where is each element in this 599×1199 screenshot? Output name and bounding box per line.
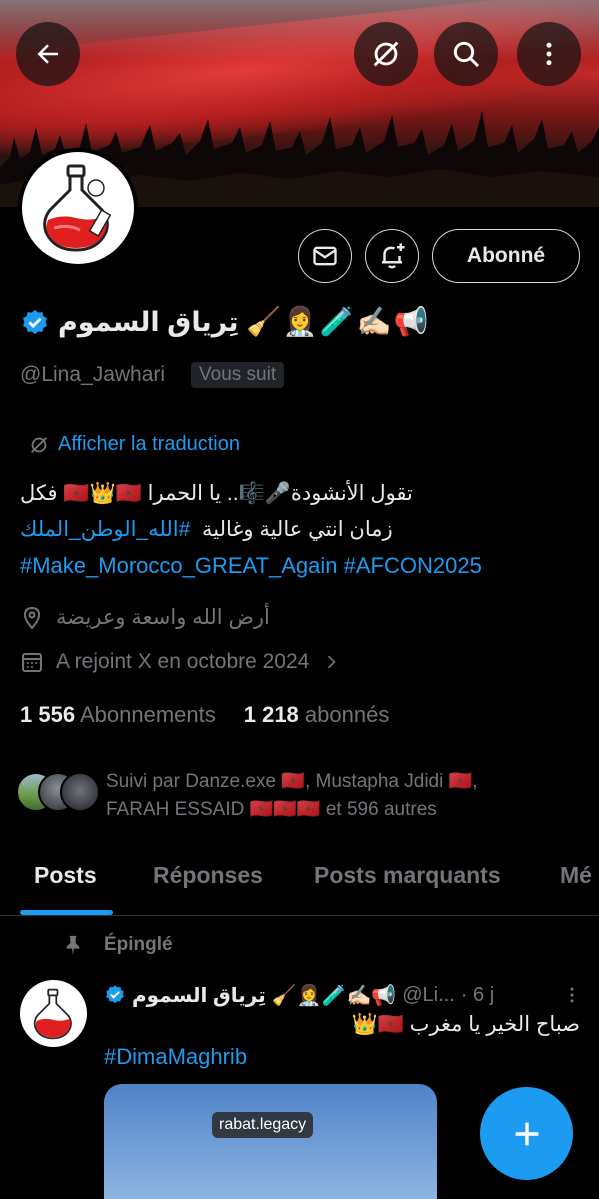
compose-button[interactable] — [480, 1087, 573, 1180]
tab-highlights[interactable]: Posts marquants — [314, 862, 501, 889]
chevron-right-icon — [328, 655, 336, 669]
post-hashtag[interactable]: #DimaMaghrib — [104, 1044, 247, 1070]
follower-avatars — [16, 768, 100, 812]
potion-bottle-logo — [33, 988, 72, 1039]
translate-off-icon — [373, 41, 399, 67]
followers-count-link[interactable]: 1 218 abonnés — [244, 702, 390, 728]
media-user-tag[interactable]: rabat.legacy — [212, 1112, 314, 1138]
post-header: تِرياق السموم 🧹👩‍⚕️🧪✍🏻📢 @Li... · 6 j — [104, 980, 582, 1010]
message-button[interactable] — [298, 229, 352, 283]
post-text: صباح الخير يا مغرب 🇲🇦👑 — [351, 1013, 580, 1036]
translate-off-icon — [31, 436, 47, 453]
avatar — [60, 772, 100, 812]
pin-icon — [66, 935, 80, 956]
tab-media[interactable]: Mé — [560, 862, 592, 889]
back-button[interactable] — [16, 22, 80, 86]
back-arrow-icon — [37, 44, 58, 64]
followed-by-line1: Suivi par Danze.exe 🇲🇦, Mustapha Jdidi 🇲… — [106, 771, 478, 792]
location-row: أرض الله واسعة وعريضة — [20, 605, 270, 630]
search-button[interactable] — [434, 22, 498, 86]
tab-replies[interactable]: Réponses — [153, 862, 263, 889]
bio-hashtags[interactable]: #Make_Morocco_GREAT_Again #AFCON2025 — [20, 553, 580, 579]
plus-icon — [515, 1122, 538, 1145]
translate-toggle-button[interactable] — [354, 22, 418, 86]
pinned-label: Épinglé — [62, 934, 173, 956]
bio-hashtag[interactable]: #الله_الوطن_الملك — [20, 518, 190, 541]
bio-line-1: تقول الأنشودة🎤🎼.. يا الحمرا 🇲🇦👑🇲🇦 فكل — [20, 482, 413, 505]
follows-you-badge: Vous suit — [191, 362, 285, 388]
calendar-icon — [22, 653, 42, 672]
followed-by-line2: FARAH ESSAID 🇲🇦🇲🇦🇲🇦 et 596 autres — [106, 799, 437, 820]
bell-add-icon — [382, 243, 405, 269]
post-author-emojis: 🧹👩‍⚕️🧪✍🏻📢 — [271, 984, 397, 1007]
following-count-link[interactable]: 1 556 Abonnements — [20, 702, 216, 728]
more-options-button[interactable] — [517, 22, 581, 86]
verified-badge-icon — [23, 309, 47, 335]
search-icon — [453, 41, 480, 68]
post-author-avatar[interactable] — [20, 980, 87, 1047]
profile-name-row: تِرياق السموم — [58, 300, 239, 344]
more-vertical-icon[interactable] — [562, 985, 582, 1005]
active-tab-indicator — [20, 910, 113, 915]
joined-row[interactable]: A rejoint X en octobre 2024 — [20, 650, 341, 674]
profile-name: تِرياق السموم — [58, 306, 239, 337]
post-author-name[interactable]: تِرياق السموم — [132, 983, 266, 1008]
potion-bottle-logo — [43, 164, 112, 252]
followed-by-row[interactable]: Suivi par Danze.exe 🇲🇦, Mustapha Jdidi 🇲… — [16, 768, 576, 824]
verified-badge-icon — [106, 985, 124, 1004]
post-time: · 6 j — [460, 983, 495, 1006]
profile-handle: @Lina_Jawhari — [20, 363, 166, 386]
name-emojis: 🧹 👩‍⚕️ 🧪 ✍🏻 📢 — [246, 306, 429, 337]
profile-tabs: Posts Réponses Posts marquants Mé — [0, 850, 599, 916]
notifications-button[interactable] — [365, 229, 419, 283]
tab-posts[interactable]: Posts — [34, 862, 97, 889]
profile-avatar[interactable] — [18, 148, 138, 268]
translate-bio-link[interactable]: Afficher la traduction — [28, 433, 240, 456]
mail-icon — [313, 246, 337, 266]
more-vertical-icon — [546, 42, 552, 66]
following-button[interactable]: Abonné — [432, 229, 580, 283]
post-author-handle: @Li... — [402, 983, 455, 1006]
follow-counts: 1 556 Abonnements 1 218 abonnés — [20, 702, 389, 728]
bio-line-2: زمان انتي عالية وغالية #الله_الوطن_الملك — [20, 518, 393, 541]
post-media[interactable]: rabat.legacy — [104, 1084, 437, 1199]
location-pin-icon — [23, 606, 41, 630]
